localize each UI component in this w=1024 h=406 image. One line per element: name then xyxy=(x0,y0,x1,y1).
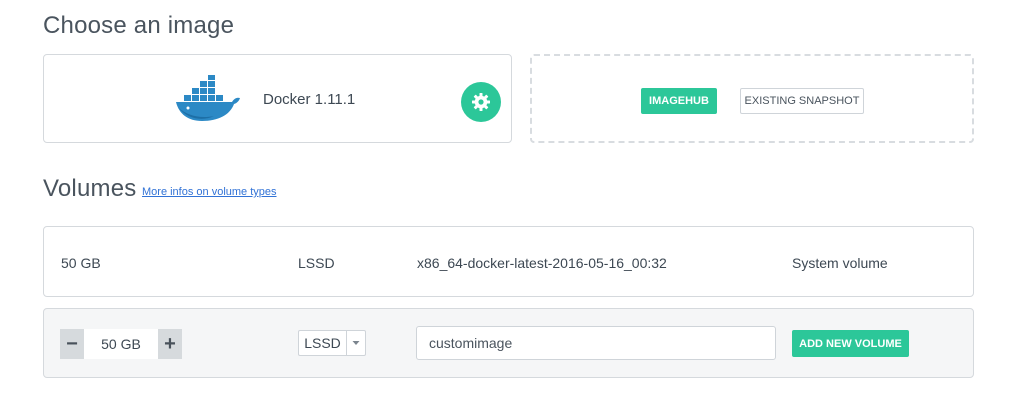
new-volume-row: − 50 GB + LSSD ADD NEW VOLUME xyxy=(43,308,974,378)
chevron-down-icon xyxy=(347,340,365,346)
system-volume-type: LSSD xyxy=(298,255,335,271)
volume-types-info-link[interactable]: More infos on volume types xyxy=(142,186,277,198)
system-volume-row: 50 GB LSSD x86_64-docker-latest-2016-05-… xyxy=(43,226,974,297)
image-settings-button[interactable] xyxy=(461,82,501,122)
existing-snapshot-button[interactable]: EXISTING SNAPSHOT xyxy=(740,88,864,114)
docker-whale-icon xyxy=(174,75,244,123)
decrement-size-button[interactable]: − xyxy=(60,329,84,359)
system-volume-size: 50 GB xyxy=(61,255,101,271)
image-name: Docker 1.11.1 xyxy=(263,91,356,108)
system-volume-label: System volume xyxy=(792,255,888,271)
add-new-volume-button[interactable]: ADD NEW VOLUME xyxy=(792,330,909,357)
volume-name-input[interactable] xyxy=(416,326,776,360)
system-volume-image: x86_64-docker-latest-2016-05-16_00:32 xyxy=(417,255,667,271)
new-volume-size[interactable]: 50 GB xyxy=(84,329,158,359)
volume-type-value: LSSD xyxy=(299,331,347,355)
gear-icon xyxy=(472,93,490,111)
image-source-panel: IMAGEHUB EXISTING SNAPSHOT xyxy=(530,54,974,143)
volume-size-stepper: − 50 GB + xyxy=(60,329,182,359)
imagehub-button[interactable]: IMAGEHUB xyxy=(641,88,717,114)
volume-type-select[interactable]: LSSD xyxy=(298,330,366,356)
choose-image-title: Choose an image xyxy=(43,12,235,39)
volumes-title: Volumes xyxy=(43,175,137,202)
increment-size-button[interactable]: + xyxy=(158,329,182,359)
selected-image-card[interactable]: Docker 1.11.1 xyxy=(43,54,512,143)
